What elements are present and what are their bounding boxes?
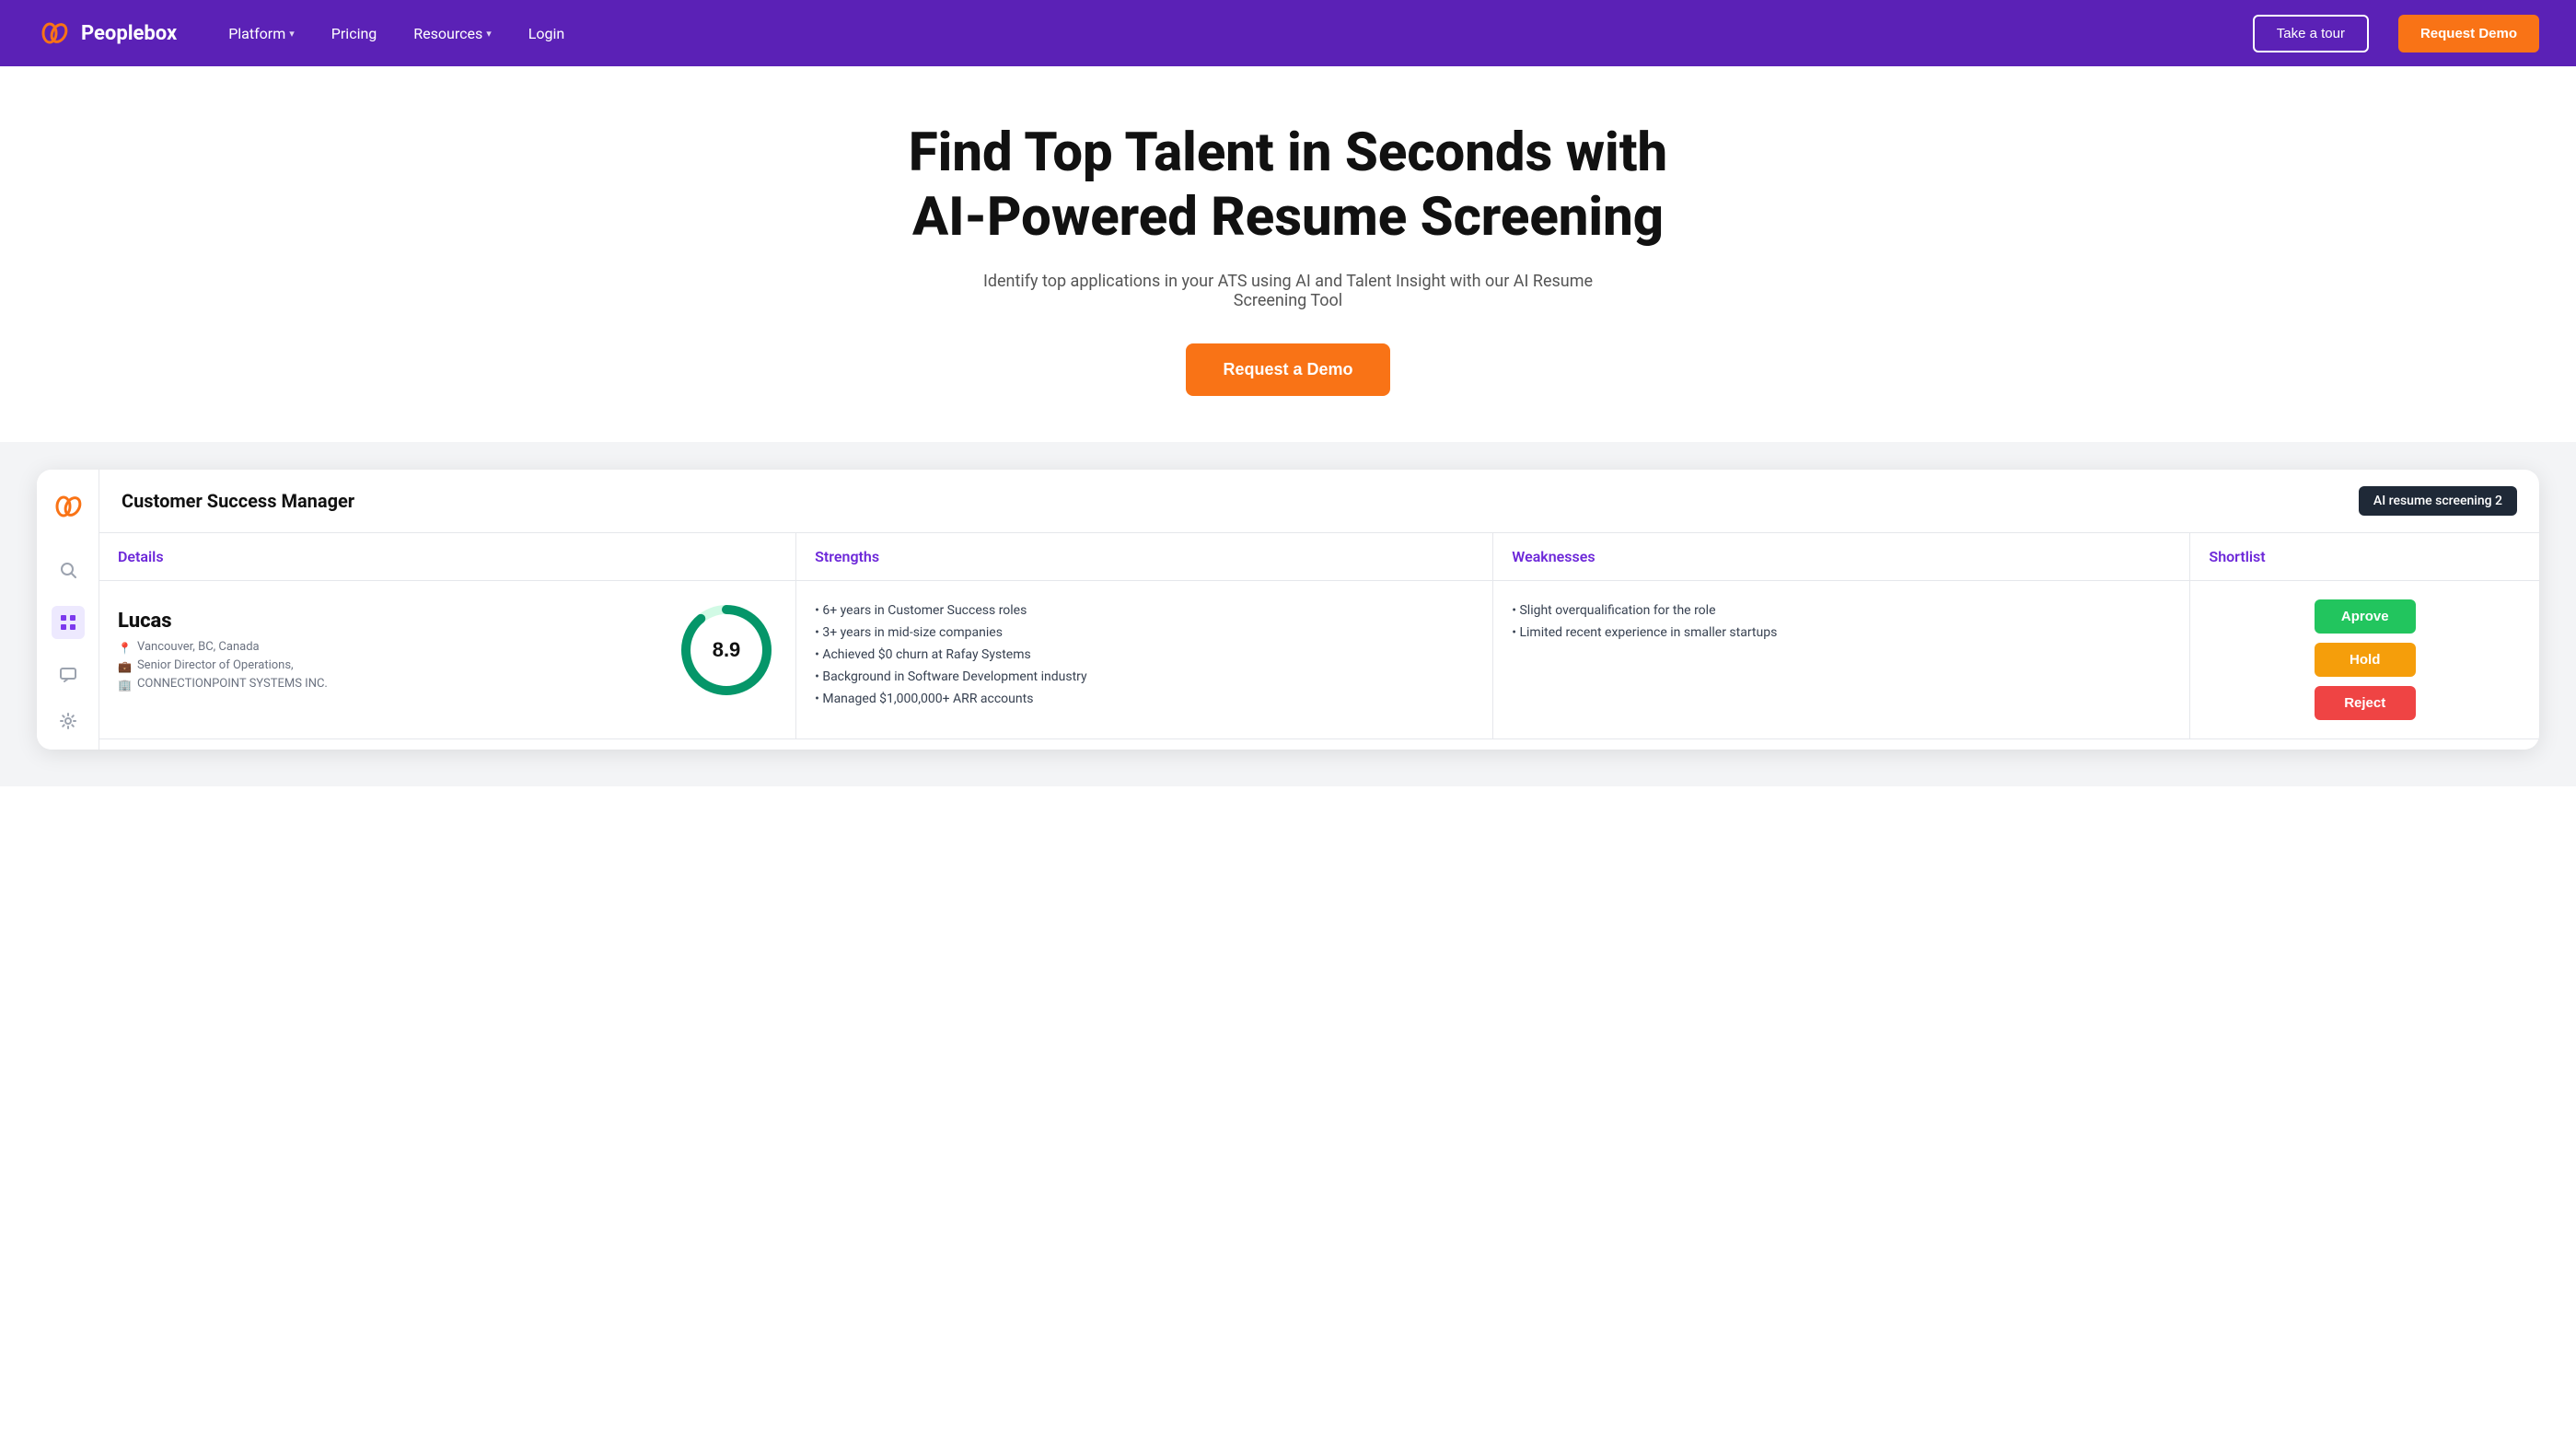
col-header-strengths: Strengths xyxy=(796,533,1493,580)
strengths-cell: 6+ years in Customer Success roles 3+ ye… xyxy=(796,581,1493,738)
shortlist-buttons: Aprove Hold Reject xyxy=(2209,599,2521,720)
logo-icon xyxy=(37,16,72,51)
shortlist-cell: Aprove Hold Reject xyxy=(2190,581,2539,738)
request-demo-hero-button[interactable]: Request a Demo xyxy=(1186,343,1389,396)
app-card: Customer Success Manager AI resume scree… xyxy=(37,470,2539,750)
reject-button[interactable]: Reject xyxy=(2315,686,2416,720)
nav-pricing[interactable]: Pricing xyxy=(328,17,381,50)
ai-badge: AI resume screening 2 xyxy=(2359,486,2517,516)
logo-text: Peoplebox xyxy=(81,22,177,45)
hold-button[interactable]: Hold xyxy=(2315,643,2416,677)
briefcase-icon: 💼 xyxy=(118,660,132,673)
logo[interactable]: Peoplebox xyxy=(37,16,177,51)
hero-section: Find Top Talent in Seconds with AI-Power… xyxy=(0,66,2576,442)
strengths-list: 6+ years in Customer Success roles 3+ ye… xyxy=(815,599,1474,710)
col-header-details: Details xyxy=(99,533,796,580)
resume-table: Details Strengths Weaknesses Shortlist L… xyxy=(99,533,2539,750)
building-icon: 🏢 xyxy=(118,679,132,692)
candidate-details-cell: Lucas 📍 Vancouver, BC, Canada 💼 Senior D… xyxy=(99,581,796,738)
location-icon: 📍 xyxy=(118,642,132,655)
app-main: Customer Success Manager AI resume scree… xyxy=(99,470,2539,750)
candidate-location: 📍 Vancouver, BC, Canada xyxy=(118,640,657,655)
app-header: Customer Success Manager AI resume scree… xyxy=(99,470,2539,533)
candidate-name: Lucas xyxy=(118,610,657,633)
strength-item: 3+ years in mid-size companies xyxy=(815,622,1474,644)
nav-platform[interactable]: Platform ▾ xyxy=(225,17,298,50)
strength-item: 6+ years in Customer Success roles xyxy=(815,599,1474,622)
weakness-item: Limited recent experience in smaller sta… xyxy=(1512,622,2171,644)
candidate-company: 🏢 CONNECTIONPOINT SYSTEMS INC. xyxy=(118,677,657,692)
strength-item: Background in Software Development indus… xyxy=(815,666,1474,688)
sidebar-logo xyxy=(50,488,87,525)
table-row: Lucas 📍 Vancouver, BC, Canada 💼 Senior D… xyxy=(99,581,2539,739)
sidebar-settings-icon[interactable] xyxy=(58,711,78,731)
col-header-shortlist: Shortlist xyxy=(2190,533,2539,580)
table-header: Details Strengths Weaknesses Shortlist xyxy=(99,533,2539,581)
navigation: Peoplebox Platform ▾ Pricing Resources ▾… xyxy=(0,0,2576,66)
strength-item: Achieved $0 churn at Rafay Systems xyxy=(815,644,1474,666)
request-demo-nav-button[interactable]: Request Demo xyxy=(2398,15,2539,52)
hero-heading: Find Top Talent in Seconds with AI-Power… xyxy=(874,122,1702,250)
chevron-down-icon: ▾ xyxy=(486,28,492,40)
col-header-weaknesses: Weaknesses xyxy=(1493,533,2190,580)
svg-text:8.9: 8.9 xyxy=(713,638,741,661)
sidebar-dashboard-icon[interactable] xyxy=(52,606,85,639)
strength-item: Managed $1,000,000+ ARR accounts xyxy=(815,688,1474,710)
hero-subtext: Identify top applications in your ATS us… xyxy=(975,272,1601,310)
job-title: Customer Success Manager xyxy=(122,490,354,512)
nav-login[interactable]: Login xyxy=(525,17,568,50)
weaknesses-list: Slight overqualification for the role Li… xyxy=(1512,599,2171,644)
score-chart: 8.9 xyxy=(676,599,777,704)
app-sidebar xyxy=(37,470,99,750)
demo-section: Customer Success Manager AI resume scree… xyxy=(0,442,2576,786)
candidate-role: 💼 Senior Director of Operations, xyxy=(118,658,657,673)
chevron-down-icon: ▾ xyxy=(289,28,295,40)
weaknesses-cell: Slight overqualification for the role Li… xyxy=(1493,581,2190,738)
sidebar-chat-icon[interactable] xyxy=(58,665,78,685)
nav-resources[interactable]: Resources ▾ xyxy=(410,17,494,50)
weakness-item: Slight overqualification for the role xyxy=(1512,599,2171,622)
sidebar-search-icon[interactable] xyxy=(58,560,78,580)
take-tour-button[interactable]: Take a tour xyxy=(2253,15,2369,52)
approve-button[interactable]: Aprove xyxy=(2315,599,2416,634)
